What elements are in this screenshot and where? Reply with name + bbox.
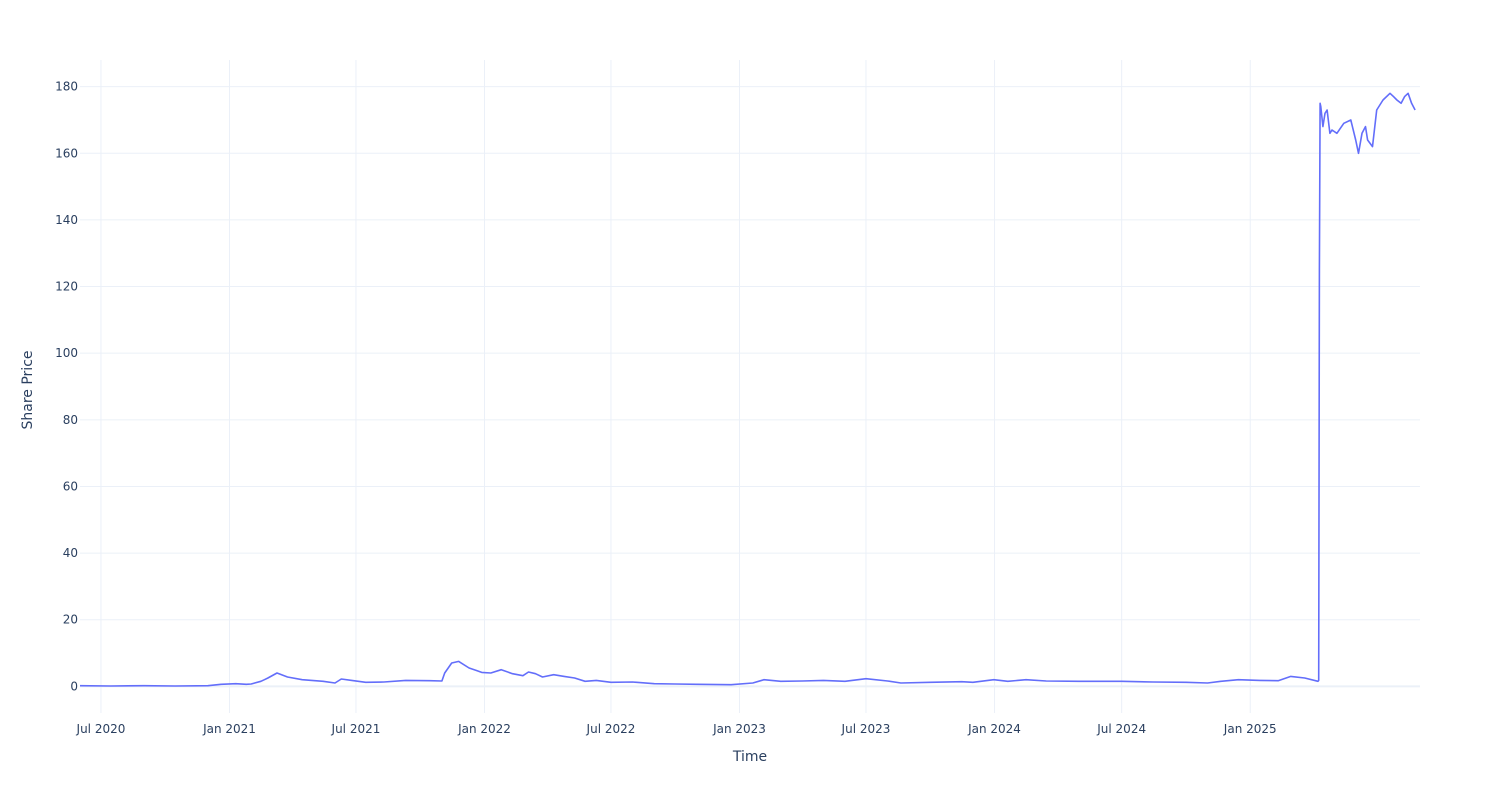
y-tick-label: 140 <box>55 213 78 227</box>
x-tick-label: Jul 2021 <box>331 722 381 736</box>
y-axis-title: Share Price <box>20 350 36 429</box>
y-tick-label: 160 <box>55 146 78 160</box>
x-tick-label: Jul 2024 <box>1096 722 1146 736</box>
x-axis-title: Time <box>732 749 767 765</box>
x-tick-label: Jan 2024 <box>967 722 1021 736</box>
y-tick-label: 0 <box>70 679 78 693</box>
x-tick-label: Jul 2020 <box>76 722 126 736</box>
y-tick-label: 80 <box>63 413 78 427</box>
y-tick-label: 60 <box>63 479 78 493</box>
y-tick-label: 180 <box>55 80 78 94</box>
plot-background <box>80 60 1420 713</box>
x-tick-label: Jul 2023 <box>841 722 891 736</box>
y-tick-label: 20 <box>63 613 78 627</box>
x-tick-label: Jan 2022 <box>457 722 511 736</box>
x-tick-label: Jan 2023 <box>712 722 766 736</box>
y-tick-label: 120 <box>55 280 78 294</box>
y-tick-label: 40 <box>63 546 78 560</box>
share-price-chart: 0 20 40 60 80 100 120 140 160 180 Jul 2020 Jan 2021… <box>20 60 1420 765</box>
x-tick-label: Jan 2021 <box>202 722 256 736</box>
y-tick-label: 100 <box>55 346 78 360</box>
x-tick-label: Jul 2022 <box>586 722 636 736</box>
x-tick-label: Jan 2025 <box>1223 722 1277 736</box>
